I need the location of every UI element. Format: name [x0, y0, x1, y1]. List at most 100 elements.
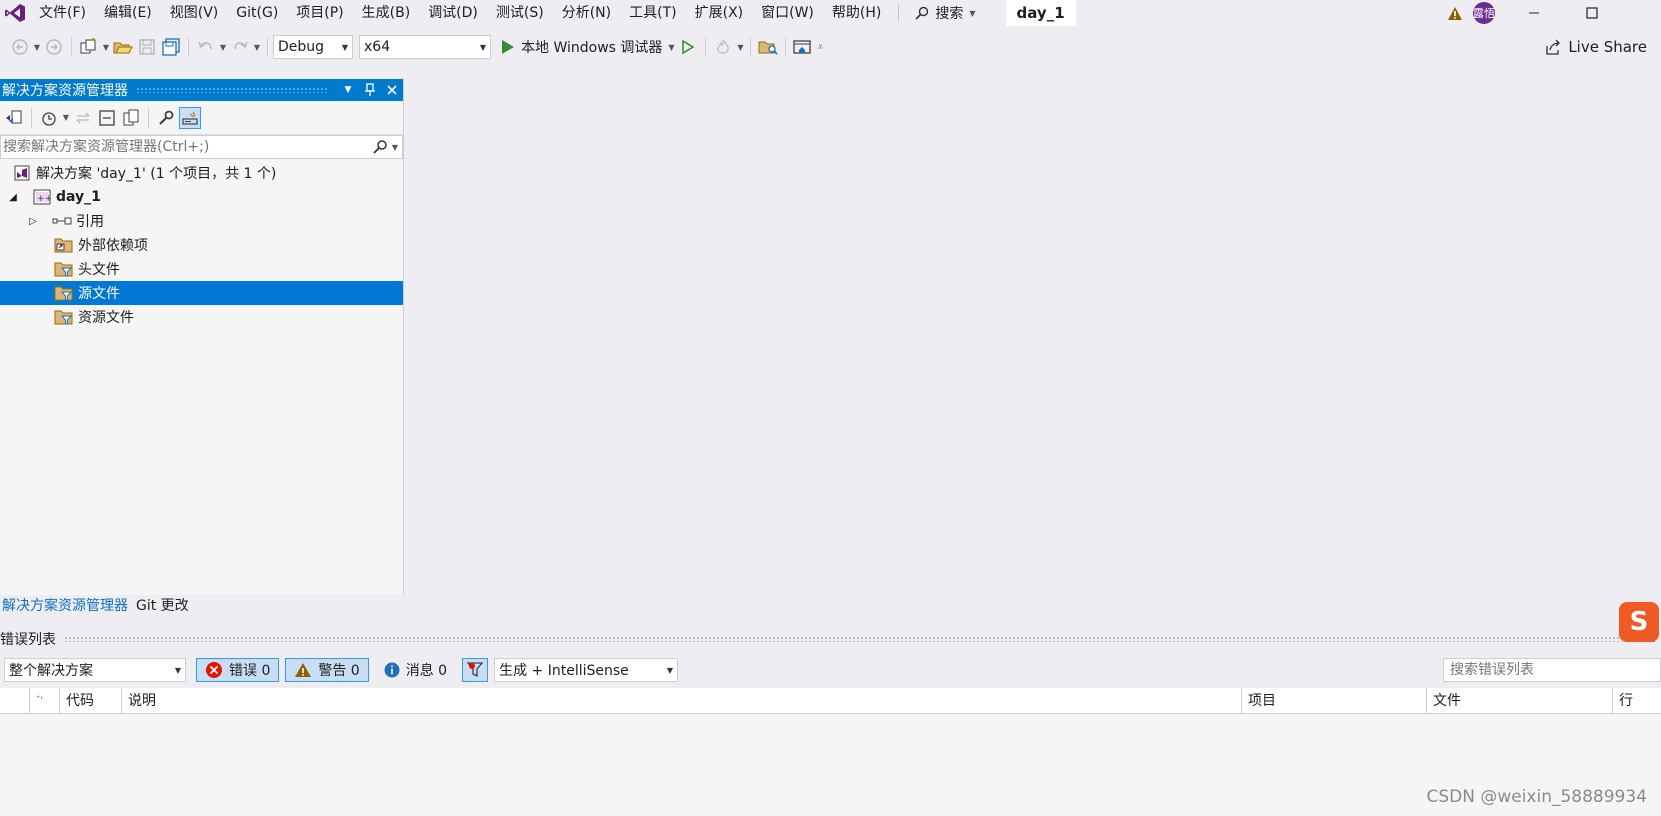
save-all-button[interactable]	[160, 36, 182, 58]
column-file-header[interactable]: 文件	[1427, 688, 1613, 713]
live-share-button[interactable]: Live Share	[1544, 30, 1647, 64]
menu-build[interactable]: 生成(B)	[353, 0, 420, 26]
column-description-header[interactable]: 说明	[122, 688, 1242, 713]
column-line-header[interactable]: 行	[1613, 688, 1661, 713]
menu-extensions[interactable]: 扩展(X)	[686, 0, 753, 26]
navigate-forward-button[interactable]	[43, 36, 65, 58]
messages-filter-toggle[interactable]: 消息 0	[375, 658, 456, 682]
error-scope-value: 整个解决方案	[9, 663, 93, 679]
sync-with-active-document-button[interactable]	[72, 107, 94, 129]
tree-item-solution[interactable]: 解决方案 'day_1' (1 个项目，共 1 个)	[0, 161, 403, 185]
chevron-down-icon[interactable]: ▼	[61, 113, 71, 122]
toolbar-overflow-icon[interactable]: ⩡	[815, 42, 825, 53]
menu-debug[interactable]: 调试(D)	[419, 0, 487, 26]
tree-item-label: 头文件	[78, 262, 120, 278]
undo-button[interactable]	[195, 36, 217, 58]
tab-solution-explorer[interactable]: 解决方案资源管理器	[0, 595, 134, 617]
chevron-down-icon[interactable]: ▼	[666, 43, 676, 52]
menu-view[interactable]: 视图(V)	[161, 0, 228, 26]
close-panel-button[interactable]	[381, 84, 403, 96]
collapse-triangle-icon[interactable]: ◢	[6, 192, 20, 203]
solution-explorer-search-input[interactable]	[1, 139, 372, 155]
menu-window[interactable]: 窗口(W)	[752, 0, 823, 26]
solution-platform-dropdown[interactable]: x64 ▼	[359, 35, 491, 59]
maximize-button[interactable]	[1563, 0, 1621, 26]
error-list-search-input[interactable]	[1444, 659, 1660, 681]
menu-analyze[interactable]: 分析(N)	[553, 0, 620, 26]
column-icon-header[interactable]	[0, 688, 30, 713]
filter-current-document-button[interactable]	[462, 658, 489, 682]
new-project-button[interactable]	[78, 36, 100, 58]
menu-help[interactable]: 帮助(H)	[823, 0, 890, 26]
build-filter-value: 生成 + IntelliSense	[499, 663, 629, 679]
drag-grip[interactable]	[64, 636, 1627, 642]
menu-project[interactable]: 项目(P)	[287, 0, 352, 26]
solution-explorer-toolbar: ▼	[0, 101, 403, 135]
tree-item-resource-files[interactable]: 资源文件	[0, 305, 403, 329]
undo-icon	[198, 41, 212, 50]
column-suppression-header[interactable]: ˇ'	[30, 688, 60, 713]
start-without-debugging-button[interactable]	[677, 36, 699, 58]
start-debugging-button[interactable]: 本地 Windows 调试器	[497, 37, 666, 57]
menu-edit[interactable]: 编辑(E)	[95, 0, 161, 26]
preview-selected-items-button[interactable]	[179, 106, 201, 129]
visual-studio-logo-icon[interactable]	[0, 0, 30, 26]
tree-item-label: 资源文件	[78, 310, 134, 326]
preview-icon	[182, 111, 198, 125]
sogou-input-method-icon[interactable]: S	[1619, 602, 1659, 642]
save-button[interactable]	[136, 36, 158, 58]
toolbar-separator	[750, 37, 752, 57]
tree-item-source-files[interactable]: 源文件	[0, 281, 403, 305]
chevron-down-icon[interactable]: ▼	[101, 43, 111, 52]
error-list-header[interactable]: 错误列表 ▼	[0, 628, 1661, 650]
find-in-files-button[interactable]	[757, 36, 779, 58]
menu-git[interactable]: Git(G)	[227, 0, 287, 26]
auto-hide-pin-button[interactable]	[359, 83, 381, 97]
solution-configuration-dropdown[interactable]: Debug ▼	[273, 35, 353, 59]
toolbar-separator	[148, 107, 149, 128]
chevron-down-icon[interactable]: ▼	[252, 43, 262, 52]
chevron-down-icon[interactable]: ▼	[218, 43, 228, 52]
window-options-button[interactable]: ▼	[337, 85, 359, 95]
menu-tools[interactable]: 工具(T)	[620, 0, 685, 26]
user-avatar[interactable]: 露悟	[1473, 2, 1495, 24]
menu-file[interactable]: 文件(F)	[30, 0, 95, 26]
maximize-icon	[1586, 7, 1598, 19]
open-file-button[interactable]	[112, 36, 134, 58]
tree-item-external-dependencies[interactable]: 外部依赖项	[0, 233, 403, 257]
pending-changes-filter-button[interactable]	[38, 107, 60, 129]
chevron-down-icon[interactable]: ▼	[32, 43, 42, 52]
search-menu-button[interactable]: 搜索 ▼	[907, 3, 983, 23]
tree-item-header-files[interactable]: 头文件	[0, 257, 403, 281]
switch-views-button[interactable]	[3, 107, 25, 129]
solution-explorer-header[interactable]: 解决方案资源管理器 ▼	[0, 79, 403, 101]
tab-git-changes[interactable]: Git 更改	[134, 595, 195, 617]
hot-reload-button[interactable]	[712, 36, 734, 58]
chevron-down-icon[interactable]: ▼	[735, 43, 745, 52]
info-icon	[384, 662, 400, 678]
errors-filter-toggle[interactable]: 错误 0	[196, 658, 280, 682]
close-window-button[interactable]	[1621, 0, 1661, 26]
menu-test[interactable]: 测试(S)	[487, 0, 553, 26]
browser-link-button[interactable]	[792, 36, 814, 58]
chevron-down-icon: ▼	[174, 665, 181, 675]
show-all-files-button[interactable]	[120, 107, 142, 129]
warning-notification-icon[interactable]	[1447, 6, 1463, 21]
search-options-button[interactable]: ▼	[372, 139, 402, 155]
column-code-header[interactable]: 代码	[60, 688, 122, 713]
navigate-back-button[interactable]	[9, 36, 31, 58]
build-intellisense-dropdown[interactable]: 生成 + IntelliSense ▼	[494, 658, 679, 682]
tree-item-references[interactable]: ▷ 引用	[0, 209, 403, 233]
drag-grip[interactable]	[136, 87, 329, 93]
redo-button[interactable]	[229, 36, 251, 58]
error-scope-dropdown[interactable]: 整个解决方案 ▼	[4, 658, 186, 682]
collapse-all-button[interactable]	[96, 107, 118, 129]
tree-item-project[interactable]: ◢ ++ day_1	[0, 185, 403, 209]
column-project-header[interactable]: 项目	[1242, 688, 1427, 713]
warnings-filter-toggle[interactable]: 警告 0	[285, 658, 369, 682]
platform-value: x64	[364, 39, 391, 55]
expand-triangle-icon[interactable]: ▷	[26, 216, 40, 227]
properties-button[interactable]	[155, 107, 177, 129]
external-dependencies-folder-icon	[54, 236, 74, 254]
minimize-button[interactable]	[1505, 0, 1563, 26]
